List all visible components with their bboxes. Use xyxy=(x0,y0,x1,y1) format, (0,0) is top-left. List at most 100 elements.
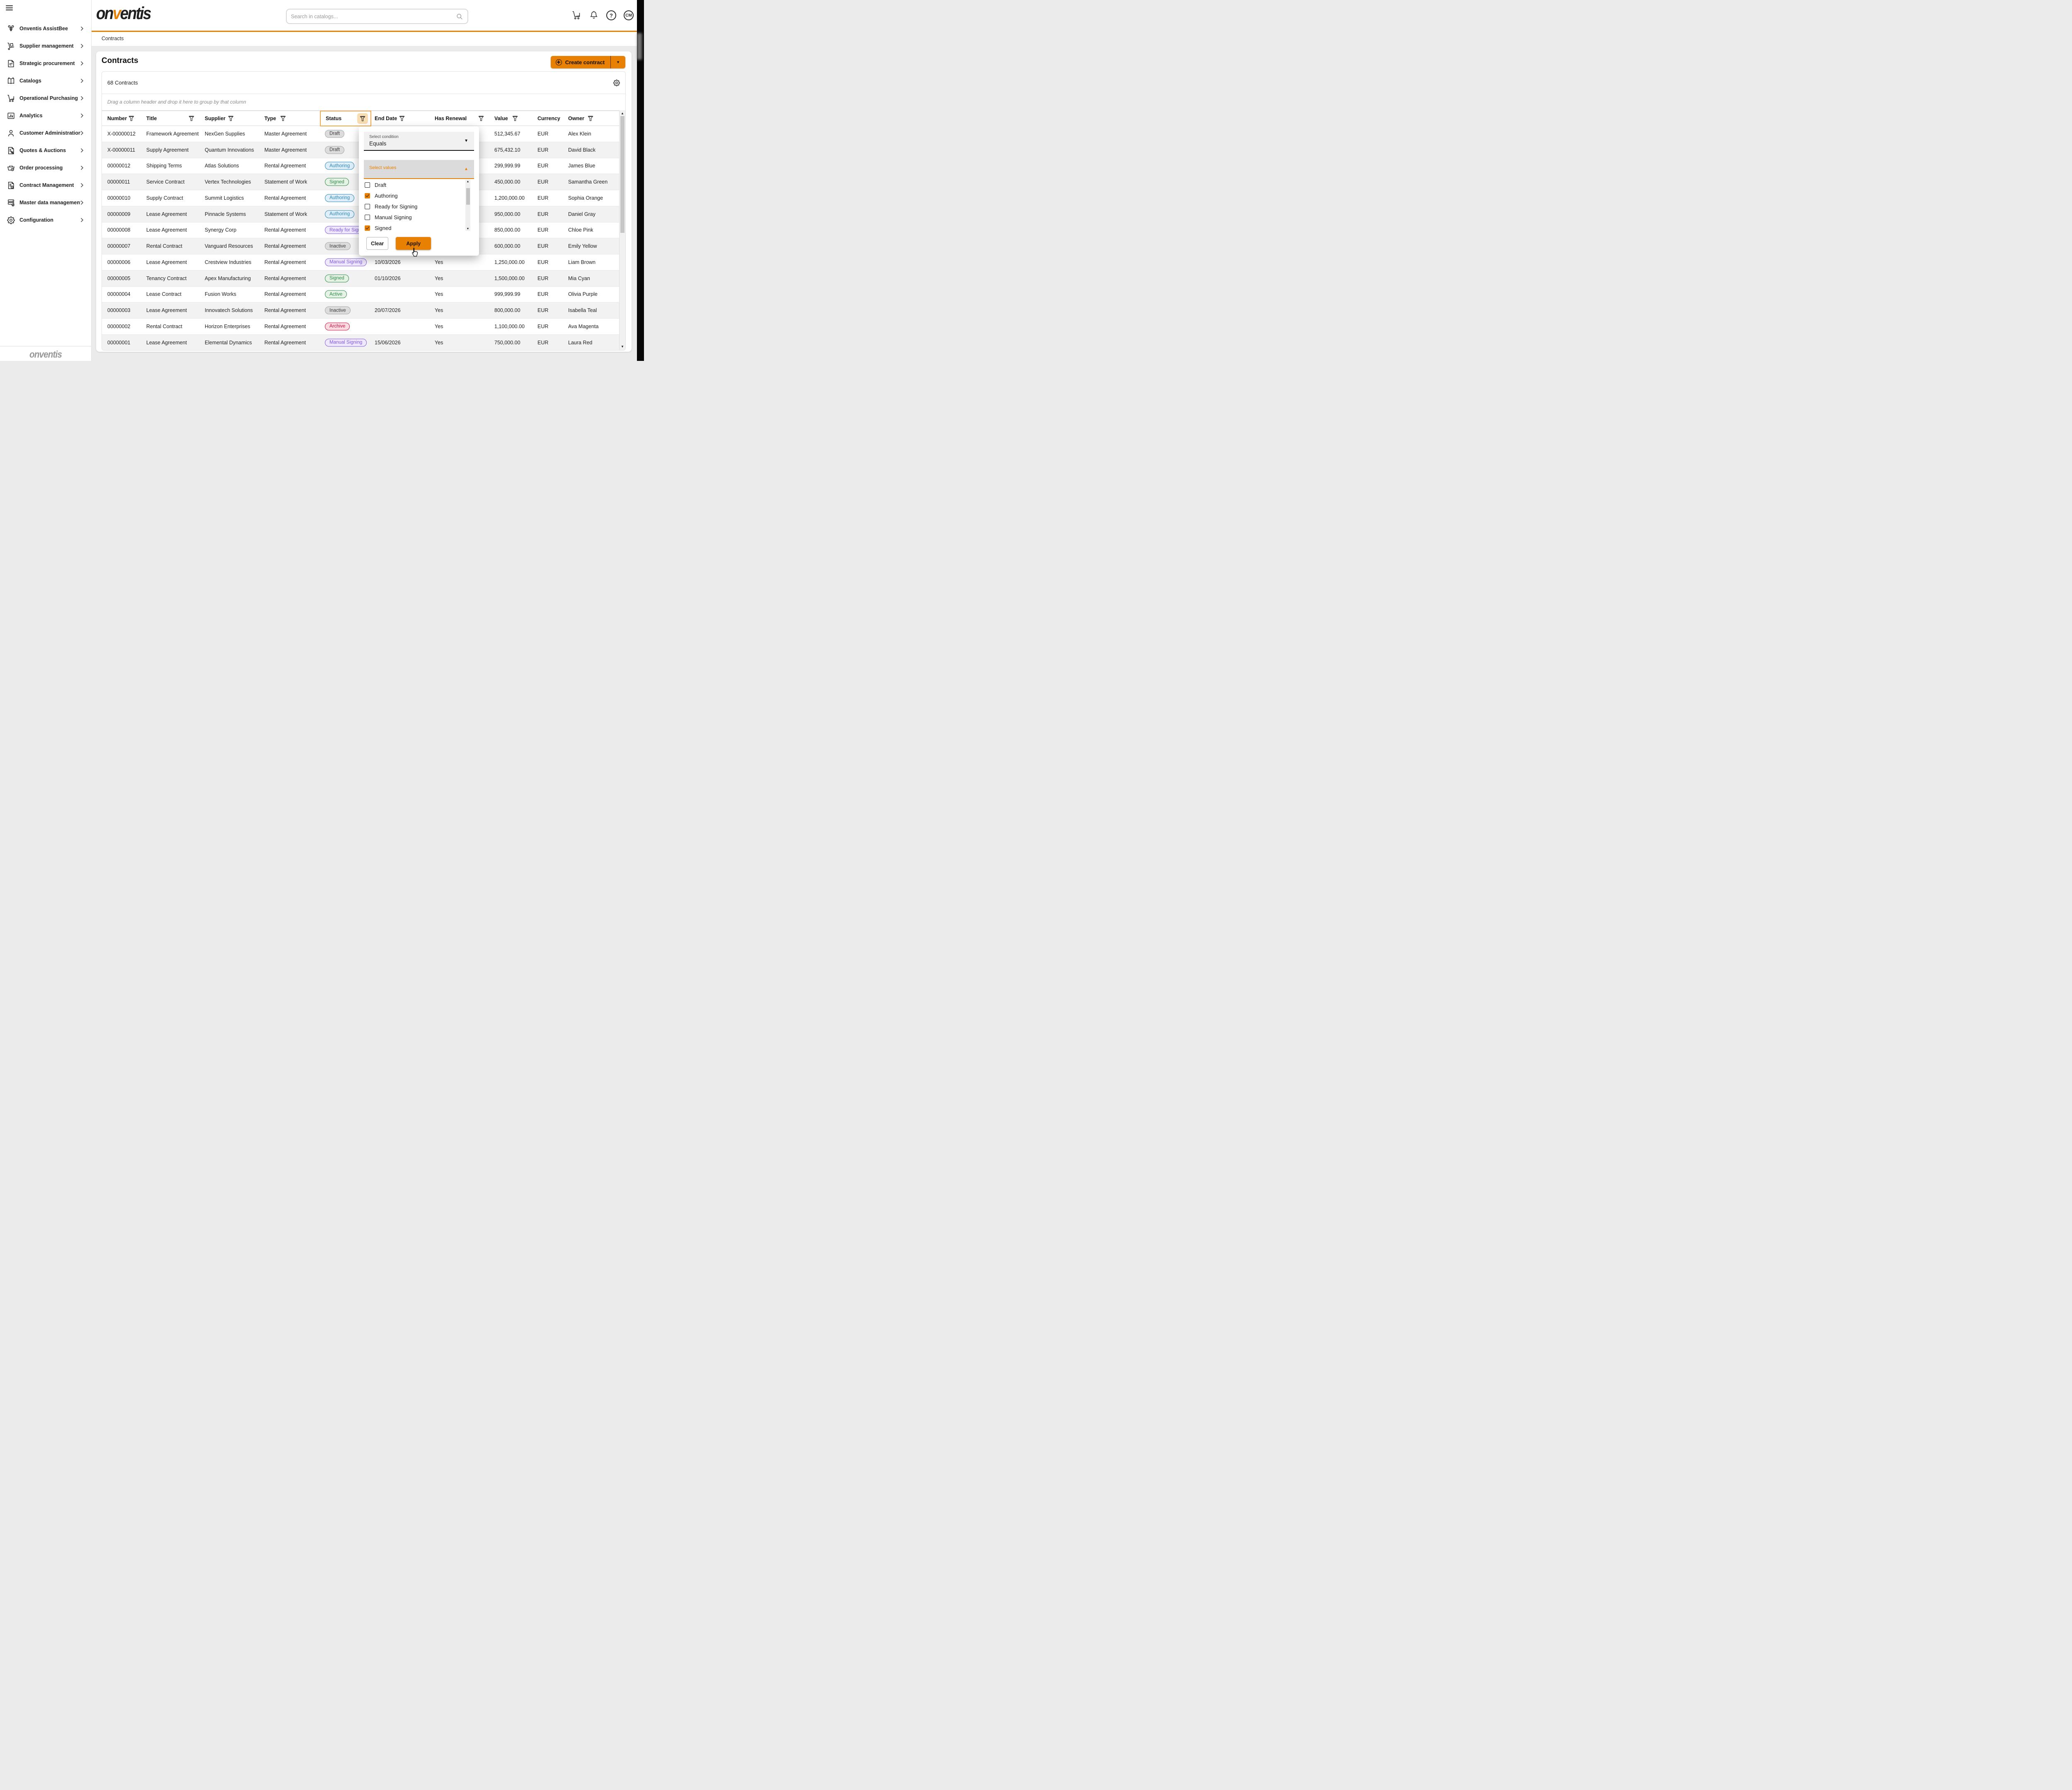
col-currency[interactable]: Currency xyxy=(537,116,560,121)
search-icon[interactable] xyxy=(456,13,463,20)
cell-number: 00000004 xyxy=(107,291,131,297)
sidebar-item[interactable]: § Contract Management xyxy=(0,177,91,194)
sidebar-item[interactable]: Master data management xyxy=(0,194,91,211)
col-has-renewal[interactable]: Has Renewal xyxy=(435,116,467,121)
gear-icon[interactable] xyxy=(613,79,620,87)
sidebar-item[interactable]: Supplier management xyxy=(0,37,91,55)
status-options-list: Draft Authoring Ready for Signing Manual… xyxy=(359,179,465,233)
cell-number: 00000010 xyxy=(107,195,131,201)
clear-button[interactable]: Clear xyxy=(366,237,388,250)
filter-icon-type[interactable] xyxy=(280,115,286,121)
option-label[interactable]: Manual Signing xyxy=(375,214,412,220)
filter-icon-end-date[interactable] xyxy=(399,115,405,121)
create-dropdown-arrow[interactable]: ▼ xyxy=(611,56,625,68)
bar-chart-icon xyxy=(7,111,15,120)
avatar[interactable]: CM xyxy=(624,10,634,20)
create-contract-main[interactable]: Create contract xyxy=(551,56,610,68)
filter-icon-supplier[interactable] xyxy=(228,115,234,121)
table-row[interactable]: 00000001 Lease Agreement Elemental Dynam… xyxy=(102,335,625,351)
breadcrumb[interactable]: Contracts xyxy=(102,36,124,41)
sidebar-item[interactable]: Configuration xyxy=(0,211,91,229)
status-option[interactable]: Signed xyxy=(359,223,465,233)
options-scrollbar-thumb[interactable] xyxy=(466,188,470,205)
cell-currency: EUR xyxy=(537,259,548,265)
cell-supplier: Horizon Enterprises xyxy=(205,324,250,329)
scroll-down-icon[interactable]: ▼ xyxy=(620,345,625,348)
table-scrollbar[interactable]: ▲ ▼ xyxy=(619,110,625,350)
status-option[interactable]: Authoring xyxy=(359,190,465,201)
option-label[interactable]: Ready for Signing xyxy=(375,203,417,210)
contracts-count: 68 Contracts xyxy=(107,80,138,86)
help-icon[interactable]: ? xyxy=(606,10,616,20)
cart-icon[interactable] xyxy=(571,10,581,20)
checkbox[interactable] xyxy=(365,182,370,188)
cell-currency: EUR xyxy=(537,179,548,185)
filter-icon-status[interactable] xyxy=(360,116,366,122)
cell-title: Service Contract xyxy=(146,179,184,185)
filter-icon-title[interactable] xyxy=(189,115,194,121)
chevron-down-icon[interactable]: ▼ xyxy=(464,139,468,143)
doc-percent-icon xyxy=(7,146,15,155)
hamburger-menu-icon[interactable] xyxy=(6,5,13,11)
search-input[interactable] xyxy=(287,14,456,19)
checkbox[interactable] xyxy=(365,193,370,198)
options-scrollbar[interactable]: ▲ ▼ xyxy=(465,180,470,231)
option-label[interactable]: Authoring xyxy=(375,193,398,199)
cell-value: 299,999.99 xyxy=(494,163,520,169)
sidebar-item[interactable]: Operational Purchasing xyxy=(0,90,91,107)
options-scroll-up-icon[interactable]: ▲ xyxy=(465,180,470,183)
checkbox[interactable] xyxy=(365,204,370,209)
col-status[interactable]: Status xyxy=(326,116,341,121)
col-owner[interactable]: Owner xyxy=(568,116,584,121)
table-row[interactable]: 00000004 Lease Contract Fusion Works Ren… xyxy=(102,287,625,303)
cell-end-date: 01/10/2026 xyxy=(375,276,401,281)
scrollbar-thumb[interactable] xyxy=(620,116,625,233)
option-label[interactable]: Signed xyxy=(375,225,391,231)
status-option[interactable]: Manual Signing xyxy=(359,212,465,223)
sidebar-item[interactable]: Order processing xyxy=(0,159,91,177)
table-row[interactable]: 00000003 Lease Agreement Innovatech Solu… xyxy=(102,302,625,319)
sidebar-item[interactable]: Analytics xyxy=(0,107,91,124)
col-value[interactable]: Value xyxy=(494,116,508,121)
filter-icon-value[interactable] xyxy=(512,115,518,121)
col-end-date[interactable]: End Date xyxy=(375,116,397,121)
values-select[interactable]: Select values ▲ xyxy=(364,160,474,179)
table-row[interactable]: 00000002 Rental Contract Horizon Enterpr… xyxy=(102,319,625,335)
sidebar-item[interactable]: Strategic procurement xyxy=(0,55,91,72)
status-filter-chip[interactable] xyxy=(357,113,368,124)
status-option[interactable]: Ready for Signing xyxy=(359,201,465,212)
col-number[interactable]: Number xyxy=(107,116,127,121)
sidebar-item[interactable]: Quotes & Auctions xyxy=(0,142,91,159)
table-row[interactable]: 00000006 Lease Agreement Crestview Indus… xyxy=(102,254,625,271)
cell-owner: Laura Red xyxy=(568,340,592,346)
condition-select[interactable]: Select condition Equals ▼ xyxy=(364,132,474,151)
sidebar-item-label: Strategic procurement xyxy=(19,60,80,66)
table-row[interactable]: 00000005 Tenancy Contract Apex Manufactu… xyxy=(102,271,625,287)
option-label[interactable]: Draft xyxy=(375,182,386,188)
status-badge: Authoring xyxy=(325,194,354,202)
scroll-up-icon[interactable]: ▲ xyxy=(620,111,625,115)
checkbox[interactable] xyxy=(365,225,370,231)
sidebar-item[interactable]: Customer Administration xyxy=(0,124,91,142)
chevron-up-icon[interactable]: ▲ xyxy=(464,167,468,172)
gear-icon xyxy=(7,216,15,225)
filter-icon-has-renewal[interactable] xyxy=(478,115,484,121)
col-supplier[interactable]: Supplier xyxy=(205,116,225,121)
bell-icon[interactable] xyxy=(589,10,599,20)
col-type[interactable]: Type xyxy=(264,116,276,121)
status-option[interactable]: Draft xyxy=(359,179,465,190)
col-title[interactable]: Title xyxy=(146,116,157,121)
filter-icon-number[interactable] xyxy=(128,115,134,121)
condition-label: Select condition xyxy=(369,135,399,139)
sidebar-item[interactable]: Catalogs xyxy=(0,72,91,90)
checkbox[interactable] xyxy=(365,215,370,220)
cell-has-renewal: Yes xyxy=(435,307,443,313)
cell-value: 1,100,000.00 xyxy=(494,324,525,329)
filter-icon-owner[interactable] xyxy=(588,115,593,121)
apply-button[interactable]: Apply xyxy=(396,237,431,250)
options-scroll-down-icon[interactable]: ▼ xyxy=(465,227,470,230)
sidebar-item[interactable]: Onventis AssistBee xyxy=(0,20,91,37)
create-contract-button[interactable]: Create contract ▼ xyxy=(551,56,625,68)
cell-number: 00000005 xyxy=(107,276,131,281)
groupby-hint: Drag a column header and drop it here to… xyxy=(107,99,246,105)
